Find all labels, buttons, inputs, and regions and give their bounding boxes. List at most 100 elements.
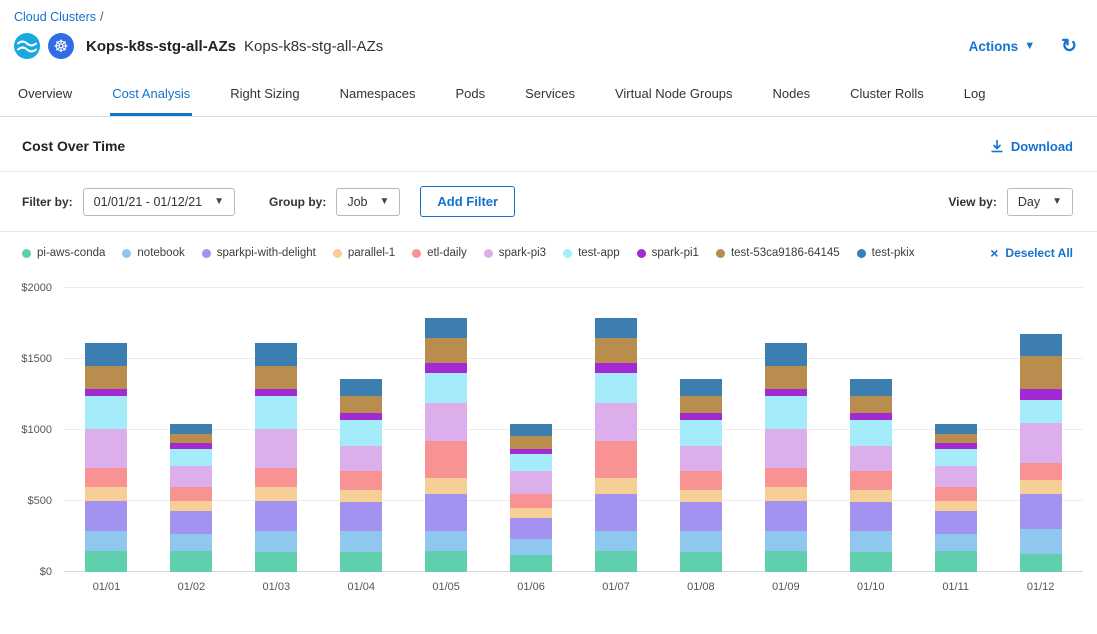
bar-segment-test-53ca9186-64145[interactable] <box>850 396 892 413</box>
legend-item-spark-pi3[interactable]: spark-pi3 <box>484 247 546 259</box>
bar-segment-test-app[interactable] <box>510 454 552 471</box>
breadcrumb-link-cloud-clusters[interactable]: Cloud Clusters <box>14 10 96 24</box>
stacked-bar[interactable] <box>765 343 807 572</box>
bar-segment-test-53ca9186-64145[interactable] <box>680 396 722 413</box>
stacked-bar[interactable] <box>85 343 127 572</box>
bar-segment-sparkpi-with-delight[interactable] <box>595 494 637 531</box>
bar-segment-test-app[interactable] <box>850 420 892 446</box>
bar-segment-sparkpi-with-delight[interactable] <box>1020 494 1062 530</box>
bar-segment-notebook[interactable] <box>425 531 467 551</box>
tab-pods[interactable]: Pods <box>453 71 487 116</box>
bar-segment-pi-aws-conda[interactable] <box>425 551 467 572</box>
bar-segment-spark-pi1[interactable] <box>680 413 722 420</box>
bar-segment-notebook[interactable] <box>680 531 722 552</box>
actions-button[interactable]: Actions ▼ <box>969 39 1035 54</box>
bar-segment-pi-aws-conda[interactable] <box>510 555 552 572</box>
bar-segment-test-53ca9186-64145[interactable] <box>510 436 552 449</box>
legend-item-test-app[interactable]: test-app <box>563 247 620 259</box>
bar-segment-parallel-1[interactable] <box>340 490 382 503</box>
bar-segment-test-app[interactable] <box>255 396 297 429</box>
bar-segment-spark-pi3[interactable] <box>935 466 977 487</box>
bar-segment-parallel-1[interactable] <box>255 487 297 501</box>
stacked-bar[interactable] <box>935 424 977 572</box>
bar-segment-pi-aws-conda[interactable] <box>850 552 892 572</box>
legend-item-sparkpi-with-delight[interactable]: sparkpi-with-delight <box>202 247 316 259</box>
tab-log[interactable]: Log <box>962 71 988 116</box>
legend-item-notebook[interactable]: notebook <box>122 247 184 259</box>
bar-segment-test-53ca9186-64145[interactable] <box>1020 356 1062 389</box>
bar-segment-pi-aws-conda[interactable] <box>680 552 722 572</box>
bar-segment-spark-pi1[interactable] <box>595 363 637 373</box>
bar-segment-test-app[interactable] <box>340 420 382 446</box>
bar-segment-spark-pi3[interactable] <box>170 466 212 487</box>
bar-segment-pi-aws-conda[interactable] <box>255 552 297 572</box>
tab-nodes[interactable]: Nodes <box>771 71 813 116</box>
bar-segment-test-app[interactable] <box>765 396 807 429</box>
bar-segment-spark-pi3[interactable] <box>255 429 297 469</box>
deselect-all-button[interactable]: × Deselect All <box>990 246 1073 260</box>
stacked-bar[interactable] <box>680 379 722 572</box>
bar-segment-test-pkix[interactable] <box>1020 334 1062 357</box>
bar-segment-test-53ca9186-64145[interactable] <box>765 366 807 389</box>
stacked-bar[interactable] <box>1020 334 1062 573</box>
bar-segment-test-app[interactable] <box>85 396 127 429</box>
bar-segment-notebook[interactable] <box>340 531 382 552</box>
bar-segment-test-pkix[interactable] <box>850 379 892 396</box>
bar-segment-notebook[interactable] <box>765 531 807 551</box>
bar-segment-spark-pi1[interactable] <box>255 389 297 396</box>
bar-segment-parallel-1[interactable] <box>765 487 807 501</box>
bar-segment-notebook[interactable] <box>255 531 297 552</box>
bar-segment-test-pkix[interactable] <box>170 424 212 434</box>
bar-segment-spark-pi1[interactable] <box>425 363 467 373</box>
tab-namespaces[interactable]: Namespaces <box>338 71 418 116</box>
bar-segment-test-pkix[interactable] <box>935 424 977 434</box>
refresh-icon[interactable]: ↻ <box>1061 37 1077 56</box>
bar-segment-test-53ca9186-64145[interactable] <box>935 434 977 443</box>
bar-segment-test-pkix[interactable] <box>680 379 722 396</box>
bar-segment-test-pkix[interactable] <box>85 343 127 366</box>
bar-segment-etl-daily[interactable] <box>595 441 637 478</box>
stacked-bar[interactable] <box>340 379 382 572</box>
bar-segment-sparkpi-with-delight[interactable] <box>510 518 552 539</box>
bar-segment-etl-daily[interactable] <box>85 468 127 486</box>
group-by-select[interactable]: Job ▼ <box>336 188 400 216</box>
bar-segment-sparkpi-with-delight[interactable] <box>340 502 382 530</box>
bar-segment-test-pkix[interactable] <box>510 424 552 435</box>
stacked-bar[interactable] <box>170 424 212 572</box>
tab-cluster-rolls[interactable]: Cluster Rolls <box>848 71 926 116</box>
bar-segment-pi-aws-conda[interactable] <box>935 551 977 572</box>
legend-item-spark-pi1[interactable]: spark-pi1 <box>637 247 699 259</box>
bar-segment-parallel-1[interactable] <box>510 508 552 518</box>
bar-segment-pi-aws-conda[interactable] <box>85 551 127 572</box>
legend-item-test-pkix[interactable]: test-pkix <box>857 247 915 259</box>
bar-segment-spark-pi3[interactable] <box>765 429 807 469</box>
bar-segment-parallel-1[interactable] <box>680 490 722 503</box>
bar-segment-parallel-1[interactable] <box>850 490 892 503</box>
bar-segment-spark-pi1[interactable] <box>850 413 892 420</box>
bar-segment-etl-daily[interactable] <box>170 487 212 501</box>
tab-overview[interactable]: Overview <box>16 71 74 116</box>
bar-segment-test-app[interactable] <box>1020 400 1062 423</box>
bar-segment-etl-daily[interactable] <box>1020 463 1062 480</box>
bar-segment-notebook[interactable] <box>85 531 127 551</box>
bar-segment-notebook[interactable] <box>850 531 892 552</box>
bar-segment-test-app[interactable] <box>935 449 977 466</box>
bar-segment-parallel-1[interactable] <box>1020 480 1062 494</box>
bar-segment-spark-pi3[interactable] <box>425 403 467 441</box>
stacked-bar[interactable] <box>595 318 637 572</box>
bar-segment-test-pkix[interactable] <box>595 318 637 338</box>
bar-segment-sparkpi-with-delight[interactable] <box>425 494 467 531</box>
bar-segment-test-pkix[interactable] <box>425 318 467 338</box>
bar-segment-sparkpi-with-delight[interactable] <box>680 502 722 530</box>
download-button[interactable]: Download <box>990 139 1073 154</box>
bar-segment-test-app[interactable] <box>170 449 212 466</box>
bar-segment-test-53ca9186-64145[interactable] <box>340 396 382 413</box>
tab-services[interactable]: Services <box>523 71 577 116</box>
legend-item-test-53ca9186-64145[interactable]: test-53ca9186-64145 <box>716 247 840 259</box>
stacked-bar[interactable] <box>510 424 552 572</box>
bar-segment-pi-aws-conda[interactable] <box>1020 554 1062 572</box>
bar-segment-notebook[interactable] <box>935 534 977 551</box>
stacked-bar[interactable] <box>255 343 297 572</box>
bar-segment-etl-daily[interactable] <box>935 487 977 501</box>
bar-segment-notebook[interactable] <box>510 539 552 555</box>
